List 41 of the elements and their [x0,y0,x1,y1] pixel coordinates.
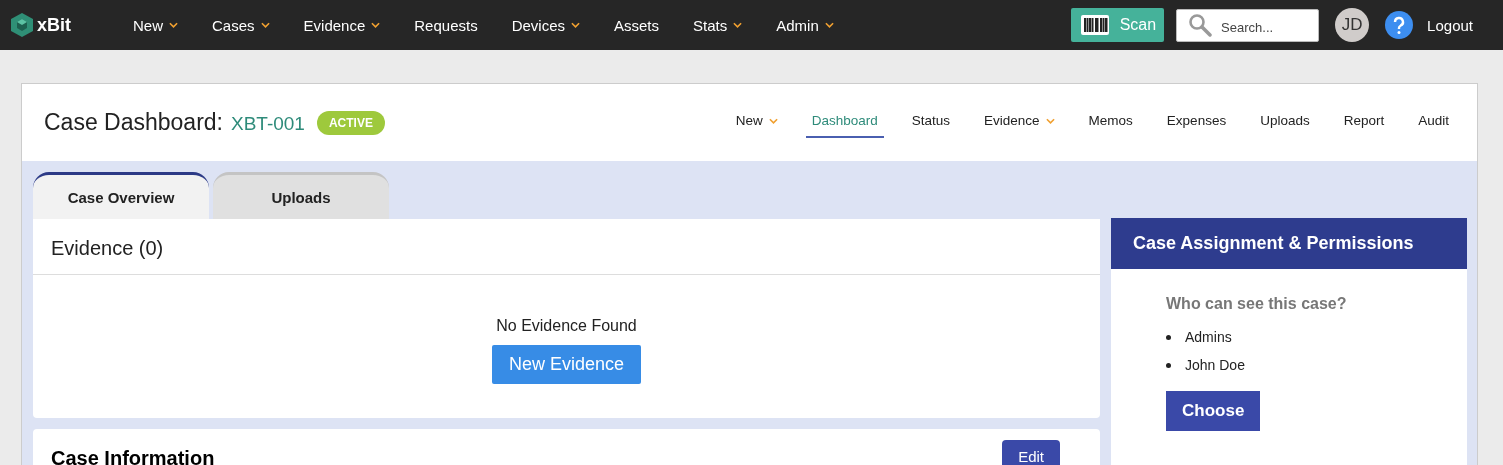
menu-item[interactable]: Stats [676,16,760,34]
nav-tab[interactable]: Memos [1082,107,1139,138]
search-field[interactable]: Search... [1176,8,1320,42]
nav-tab[interactable]: Uploads [1254,107,1316,138]
nav-tab[interactable]: Evidence [978,107,1061,138]
user-avatar[interactable]: JD [1335,8,1370,42]
cube-logo-icon [10,12,34,38]
menu-item[interactable]: Evidence [286,16,398,34]
nav-tab[interactable]: Status [905,107,957,138]
tab[interactable]: Uploads [213,172,389,219]
card-header: Case Assignment & Permissions [1111,218,1467,269]
menu-item[interactable]: Admin [759,16,851,34]
status-badge: ACTIVE [316,110,385,135]
nav-tab[interactable]: Dashboard [805,107,884,138]
edit-button[interactable]: Edit [1002,440,1060,465]
brand-name[interactable]: xBit [37,14,71,36]
barcode-icon [1080,15,1109,35]
nav-tab[interactable]: Report [1337,107,1391,138]
list-item: John Doe [1185,357,1245,373]
nav-tab[interactable]: New [729,107,784,138]
bullet-icon [1166,334,1171,340]
list-item: Admins [1185,329,1232,345]
menu-item[interactable]: Cases [195,16,287,34]
question-heading: Who can see this case? [1166,295,1348,313]
nav-tab[interactable]: Audit [1412,107,1455,138]
empty-message: No Evidence Found [496,317,637,335]
search-icon [1188,12,1213,37]
tab[interactable]: Case Overview [33,172,209,219]
help-icon[interactable] [1385,11,1414,39]
case-id: XBT-001 [231,113,305,135]
bullet-icon [1166,362,1171,368]
card-title: Case Information [51,446,215,465]
menu-item[interactable]: New [116,16,195,34]
menu-item[interactable]: Requests [397,16,495,34]
menu-item[interactable]: Assets [597,16,676,34]
menu-item[interactable]: Devices [494,16,597,34]
logout-link[interactable]: Logout [1427,16,1473,34]
page-title: Case Dashboard: [44,109,223,136]
card-title: Evidence (0) [33,219,1100,275]
choose-button[interactable]: Choose [1166,391,1261,431]
nav-tab[interactable]: Expenses [1160,107,1233,138]
